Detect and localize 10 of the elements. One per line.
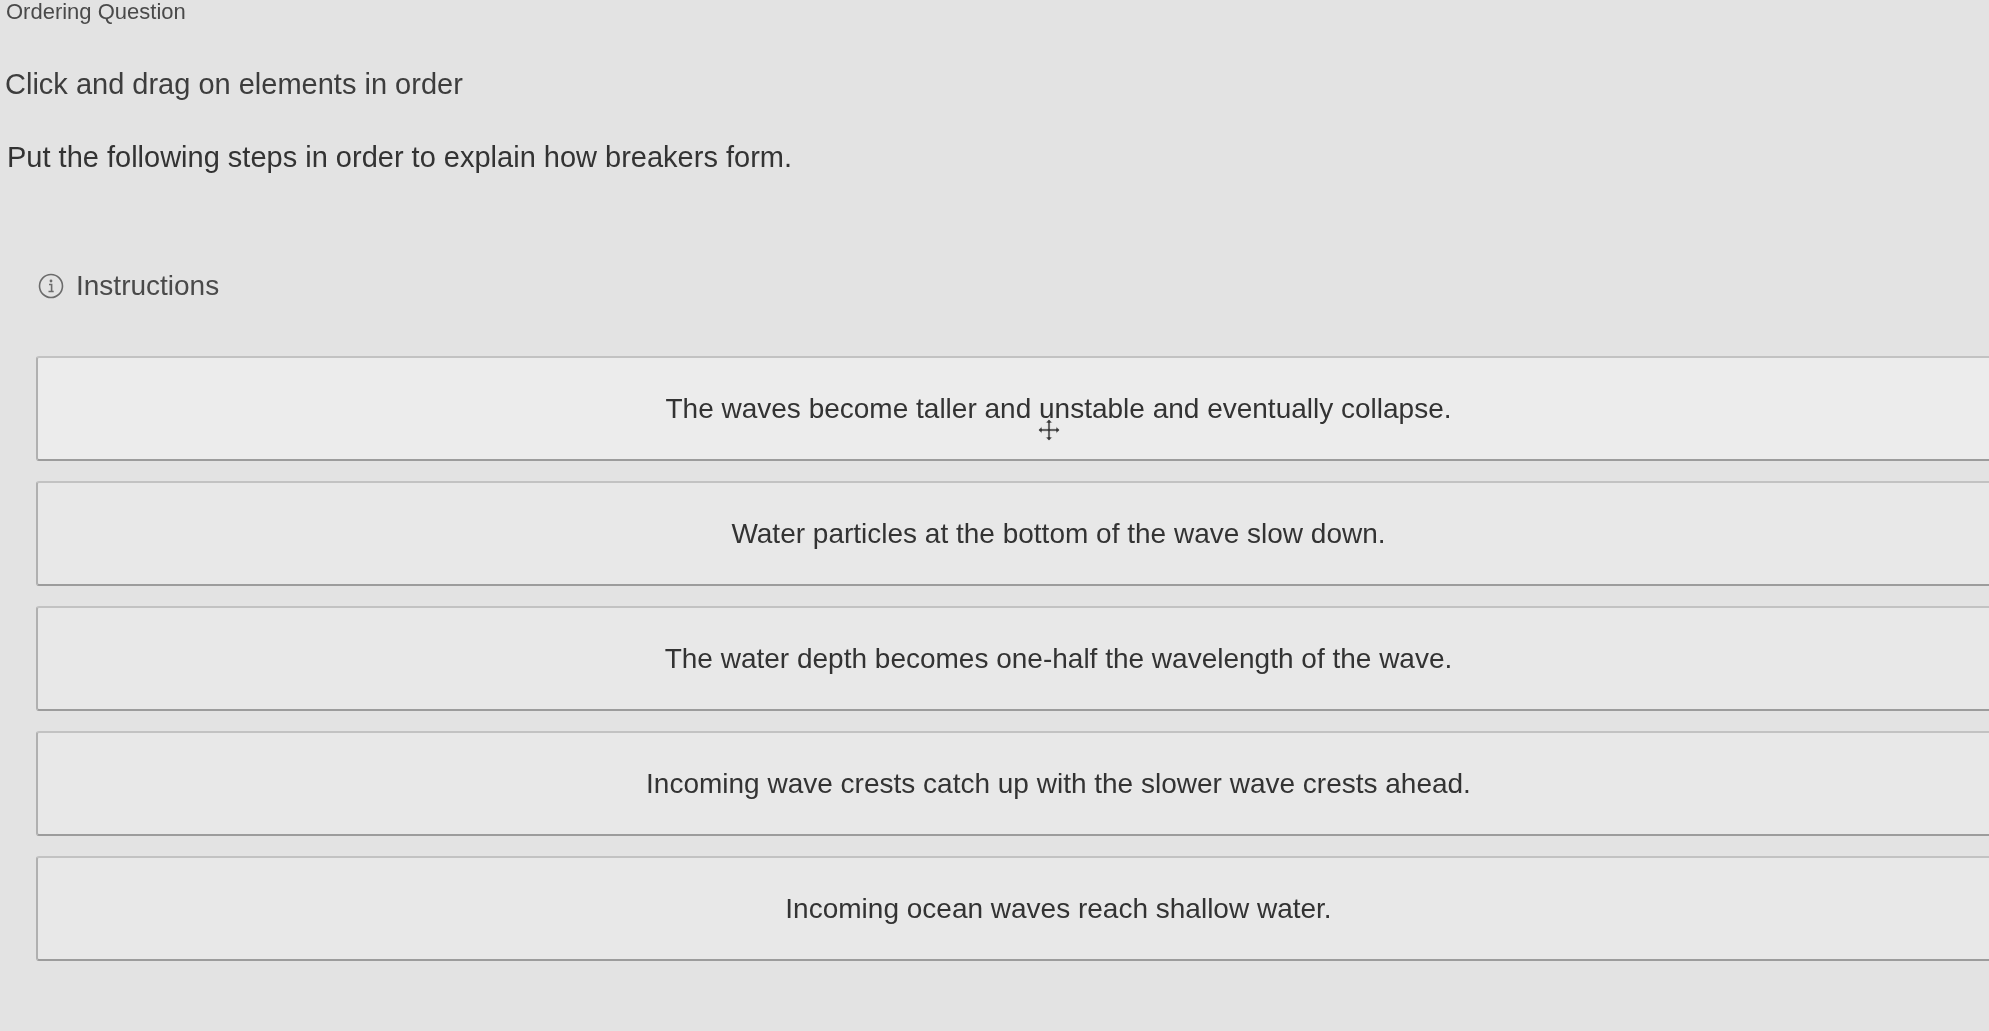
step-card[interactable]: The water depth becomes one-half the wavelength of the wave. — [36, 606, 1989, 711]
step-card[interactable]: The waves become taller and unstable and eventually collapse. — [36, 356, 1989, 461]
step-card[interactable]: Incoming wave crests catch up with the slower wave crests ahead. — [36, 731, 1989, 836]
step-card[interactable]: Water particles at the bottom of the wave slow down. — [36, 481, 1989, 586]
page-title: Ordering Question — [6, 0, 186, 24]
instructions-link[interactable]: Instructions — [76, 271, 220, 301]
question-text: Put the following steps in order to explain how breakers form. — [7, 141, 792, 173]
step-card[interactable]: Incoming ocean waves reach shallow water. — [36, 856, 1989, 961]
info-icon — [38, 273, 64, 299]
prompt-text: Click and drag on elements in order — [5, 68, 463, 100]
